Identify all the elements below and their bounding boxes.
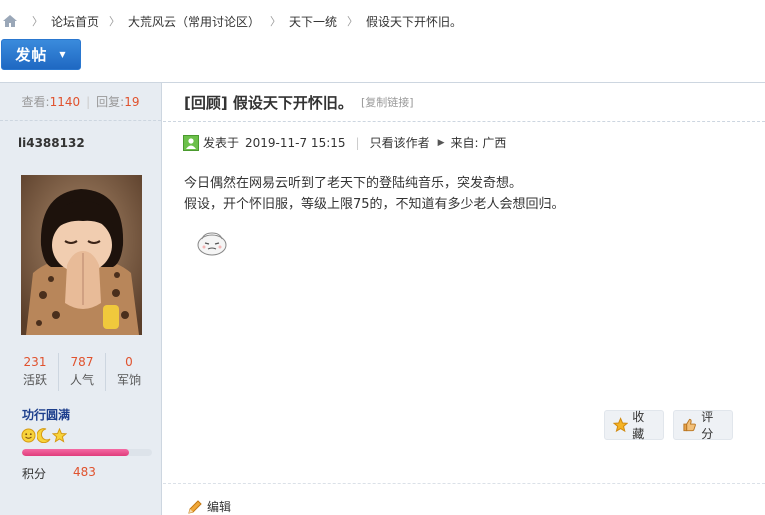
count-activity[interactable]: 231 活跃 [12, 353, 59, 391]
author-only-link[interactable]: 只看该作者 [370, 134, 430, 151]
count-popularity[interactable]: 787 人气 [59, 353, 106, 391]
post-main: [回顾] 假设天下开怀旧。 [复制链接] 发表于 2019-11-7 15:15… [163, 83, 765, 515]
breadcrumb-separator: 〉 [347, 15, 359, 28]
pencil-icon [188, 499, 202, 514]
thumbs-up-icon [683, 418, 696, 432]
thread-header: [回顾] 假设天下开怀旧。 [复制链接] [163, 83, 765, 121]
chevron-down-icon: ▼ [59, 50, 67, 59]
replies-label: 回复: [96, 95, 125, 109]
stats-divider: | [86, 94, 91, 109]
funds-label: 军饷 [116, 373, 141, 387]
triangle-right-icon: ▶ [437, 137, 445, 148]
replies-count: 19 [124, 94, 140, 109]
edit-button[interactable]: 编辑 [187, 498, 231, 515]
points-value[interactable]: 483 [73, 465, 96, 482]
post-footer-divider [163, 483, 765, 484]
content-line: 假设，开个怀旧服，等级上限75的，不知道有多少老人会想回归。 [184, 197, 565, 212]
sun-icon [21, 428, 36, 442]
avatar-image [21, 175, 142, 335]
star-icon [52, 427, 67, 443]
copy-link-button[interactable]: [复制链接] [361, 94, 414, 110]
breadcrumb: 〉论坛首页 〉大荒风云（常用讨论区） 〉天下一统 〉假设天下开怀旧。 [0, 10, 462, 32]
thread-title: [回顾] 假设天下开怀旧。 [184, 93, 353, 112]
rank-icons [21, 427, 67, 443]
activity-value: 231 [23, 355, 47, 369]
breadcrumb-separator: 〉 [270, 15, 282, 28]
meta-divider: | [355, 135, 360, 150]
funds-value: 0 [125, 355, 133, 369]
author-sidebar: 查看: 1140 | 回复: 19 li4388132 231 活跃 787 人… [0, 83, 162, 515]
post-source: 来自: 广西 [450, 136, 507, 150]
views-label: 查看: [21, 95, 50, 109]
author-username[interactable]: li4388132 [18, 136, 85, 150]
moon-icon [37, 427, 51, 443]
favorite-label: 收藏 [632, 410, 645, 441]
posted-time: 2019-11-7 15:15 [245, 135, 346, 150]
rate-button[interactable]: 评分 [673, 410, 733, 441]
avatar[interactable] [21, 175, 142, 335]
new-post-button[interactable]: 发帖 ▼ [1, 39, 81, 70]
content-line: 今日偶然在网易云听到了老天下的登陆纯音乐，突发奇想。 [184, 176, 523, 191]
online-status-icon [183, 134, 199, 151]
star-icon [613, 417, 629, 433]
post-content: 今日偶然在网易云听到了老天下的登陆纯音乐，突发奇想。 假设，开个怀旧服，等级上限… [184, 173, 744, 215]
author-rank[interactable]: 功行圆满 [22, 406, 70, 423]
points-label: 积分 [22, 467, 47, 481]
activity-label: 活跃 [22, 373, 47, 387]
home-icon[interactable] [2, 13, 18, 29]
views-count: 1140 [49, 94, 81, 109]
author-points: 积分 483 [22, 465, 96, 482]
author-counts: 231 活跃 787 人气 0 军饷 [12, 353, 152, 391]
post-container: 查看: 1140 | 回复: 19 li4388132 231 活跃 787 人… [0, 82, 765, 515]
breadcrumb-separator: 〉 [32, 15, 43, 28]
favorite-button[interactable]: 收藏 [604, 410, 664, 441]
rate-label: 评分 [701, 410, 714, 441]
count-funds[interactable]: 0 军饷 [106, 353, 152, 391]
popularity-label: 人气 [69, 373, 94, 387]
post-meta: 发表于 2019-11-7 15:15 | 只看该作者 ▶ 来自: 广西 [163, 121, 765, 163]
edit-label: 编辑 [207, 500, 232, 514]
breadcrumb-thread[interactable]: 假设天下开怀旧。 [366, 13, 462, 30]
rank-progress-bar [22, 449, 152, 456]
breadcrumb-section[interactable]: 大荒风云（常用讨论区） [128, 13, 260, 30]
popularity-value: 787 [70, 355, 94, 369]
breadcrumb-board[interactable]: 天下一统 [289, 13, 337, 30]
emoticon-icon [197, 232, 227, 256]
thread-stats: 查看: 1140 | 回复: 19 [0, 83, 161, 121]
breadcrumb-forum-home[interactable]: 论坛首页 [51, 13, 99, 30]
posted-label: 发表于 [203, 136, 240, 150]
rank-progress-fill [22, 449, 129, 456]
new-post-label: 发帖 [15, 46, 48, 64]
breadcrumb-separator: 〉 [109, 15, 121, 28]
